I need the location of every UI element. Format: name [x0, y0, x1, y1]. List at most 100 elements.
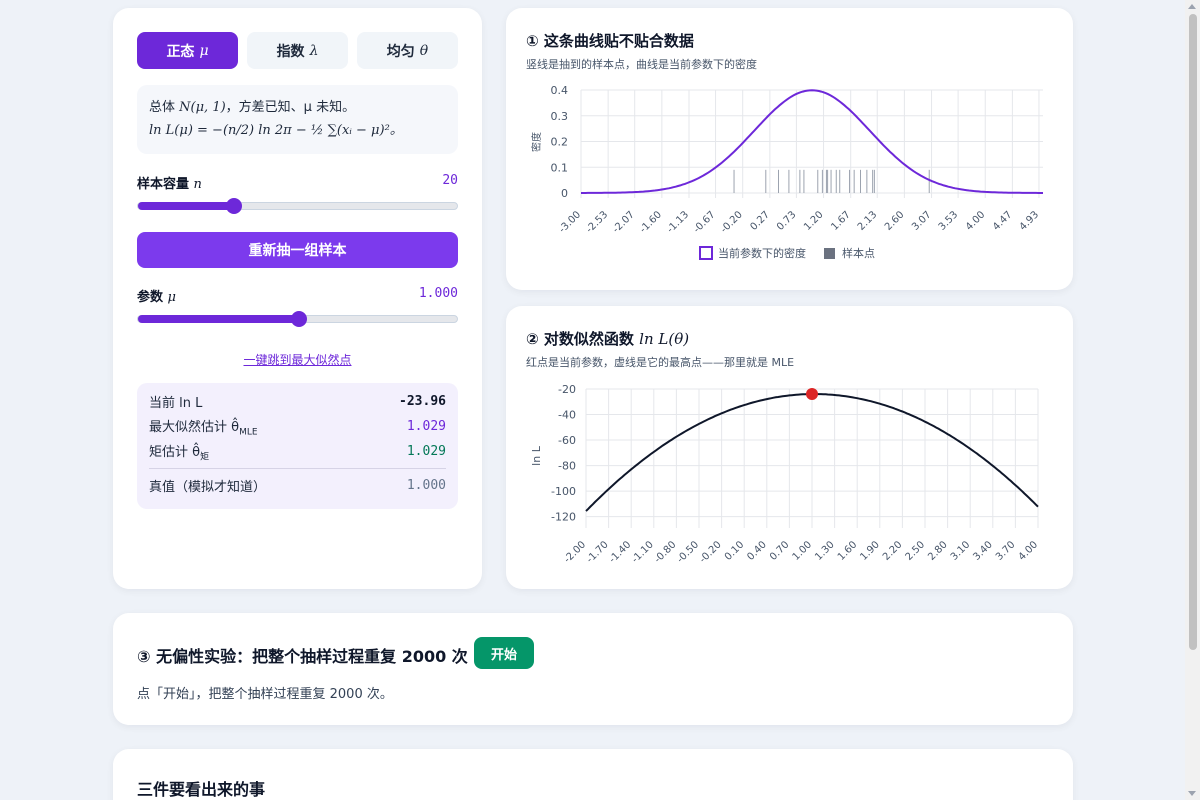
- loglik-x-tick-label: 2.20: [881, 539, 905, 563]
- distribution-tabs: 正态 μ 指数 λ 均匀 θ: [137, 32, 458, 69]
- density-x-tick-label: -3.00: [557, 209, 583, 235]
- formula-prefix: 总体: [149, 100, 176, 115]
- density-x-tick-label: -1.13: [665, 209, 691, 235]
- scrollbar-thumb[interactable]: [1189, 14, 1197, 650]
- loglik-chart-title-math: ln L(θ): [639, 330, 690, 348]
- tab-exponential-label: 指数: [276, 43, 305, 60]
- sample-size-label: 样本容量 n: [137, 173, 202, 192]
- density-y-tick-label: 0.3: [551, 110, 569, 123]
- density-x-tick-label: 4.93: [1018, 209, 1042, 233]
- legend-density-swatch: [699, 246, 713, 260]
- loglik-chart-title-text: ② 对数似然函数: [526, 330, 634, 348]
- tab-exponential-symbol: λ: [309, 42, 319, 59]
- loglik-y-tick-label: -100: [551, 485, 576, 498]
- loglik-y-tick-label: -20: [558, 383, 576, 396]
- param-slider[interactable]: [137, 311, 458, 327]
- density-x-tick-label: 3.07: [910, 209, 934, 233]
- loglik-x-tick-label: -1.70: [585, 539, 611, 565]
- param-slider-fill: [138, 315, 299, 323]
- density-x-tick-label: 1.67: [829, 209, 853, 233]
- sample-size-symbol: n: [193, 177, 202, 192]
- density-y-axis-label: 密度: [530, 132, 543, 152]
- loglik-x-tick-label: -1.40: [607, 539, 633, 565]
- loglik-x-tick-label: 1.30: [813, 539, 837, 563]
- sample-size-slider-thumb[interactable]: [226, 198, 243, 214]
- sample-size-slider[interactable]: [137, 198, 458, 214]
- density-x-tick-label: 2.60: [883, 209, 907, 233]
- tab-normal-label: 正态: [166, 43, 195, 60]
- loglik-y-tick-label: -80: [558, 460, 576, 473]
- loglik-x-tick-label: 0.10: [723, 539, 747, 563]
- density-x-tick-label: 4.00: [964, 209, 988, 233]
- loglik-x-tick-label: 3.10: [949, 539, 973, 563]
- scroll-up-icon[interactable]: [1188, 4, 1196, 9]
- tab-uniform[interactable]: 均匀 θ: [357, 32, 458, 69]
- sample-size-slider-fill: [138, 202, 235, 210]
- density-x-tick-label: -0.67: [692, 209, 718, 235]
- density-x-tick-label: 3.53: [937, 209, 961, 233]
- loglik-x-tick-label: 2.50: [904, 539, 928, 563]
- loglik-y-tick-label: -40: [558, 409, 576, 422]
- stat-true-value: 1.000: [406, 478, 446, 493]
- formula-line-2: ln L(μ) = −(n/2) ln 2π − ½ ∑(xᵢ − μ)²。: [149, 123, 403, 138]
- loglik-x-tick-label: -1.10: [630, 539, 656, 565]
- density-y-tick-label: 0: [561, 187, 568, 200]
- param-label: 参数 μ: [137, 286, 176, 305]
- loglik-x-tick-label: 3.70: [994, 539, 1018, 563]
- control-panel: 正态 μ 指数 λ 均匀 θ 总体 N(μ, 1)，方差已知、μ 未知。 ln …: [113, 8, 482, 589]
- loglik-x-tick-label: -0.20: [698, 539, 724, 565]
- loglik-x-tick-label: -2.00: [562, 539, 588, 565]
- loglik-chart-title: ② 对数似然函数 ln L(θ): [526, 328, 689, 349]
- param-symbol: μ: [167, 290, 176, 305]
- unbiasedness-experiment-card: ③ 无偏性实验：把整个抽样过程重复 2000 次 开始 点「开始」，把整个抽样过…: [113, 613, 1073, 725]
- param-label-text: 参数: [137, 290, 164, 305]
- density-x-tick-label: 1.20: [802, 209, 826, 233]
- sample-size-label-text: 样本容量: [137, 177, 190, 192]
- tab-uniform-label: 均匀: [386, 43, 415, 60]
- stat-mom-value: 1.029: [406, 444, 446, 459]
- notes-card: 三件要看出来的事: [113, 749, 1073, 800]
- formula-suffix: ，方差已知、μ 未知。: [225, 100, 356, 115]
- notes-title: 三件要看出来的事: [137, 780, 266, 799]
- loglik-chart-card: -2.00 -1.70 -1.40 -1.10 -0.80 -0.50 -0.20 0.10 0…: [506, 306, 1073, 589]
- experiment-description: 点「开始」，把整个抽样过程重复 2000 次。: [137, 687, 393, 702]
- sample-size-value: 20: [442, 173, 458, 188]
- stat-current-lnl-value: -23.96: [399, 394, 446, 409]
- loglik-y-tick-label: -60: [558, 434, 576, 447]
- formula-line-1: 总体 N(μ, 1)，方差已知、μ 未知。: [149, 96, 446, 119]
- loglik-x-tick-label: 1.90: [858, 539, 882, 563]
- param-slider-thumb[interactable]: [290, 311, 307, 327]
- legend-sample-label: 样本点: [842, 246, 875, 260]
- tab-uniform-symbol: θ: [419, 42, 429, 59]
- tab-normal-symbol: μ: [199, 42, 209, 59]
- loglik-x-tick-label: 1.00: [791, 539, 815, 563]
- tab-normal[interactable]: 正态 μ: [137, 32, 238, 69]
- jump-to-mle-link[interactable]: 一键跳到最大似然点: [113, 351, 482, 368]
- scroll-down-icon[interactable]: [1188, 791, 1196, 796]
- loglik-x-tick-label: 0.40: [745, 539, 769, 563]
- stat-mom: 矩估计 θ̂矩 1.029: [149, 439, 446, 464]
- loglik-chart-subtitle: 红点是当前参数，虚线是它的最高点——那里就是 MLE: [526, 356, 795, 369]
- page-scrollbar[interactable]: [1185, 0, 1200, 800]
- loglik-x-tick-label: 3.40: [971, 539, 995, 563]
- density-x-tick-label: 4.47: [991, 209, 1015, 233]
- resample-button[interactable]: 重新抽一组样本: [137, 232, 458, 268]
- density-x-tick-label: 0.27: [748, 209, 772, 233]
- stat-current-lnl-label: 当前 ln L: [149, 396, 203, 411]
- stat-mle-value: 1.029: [406, 419, 446, 434]
- stat-mle: 最大似然估计 θ̂MLE 1.029: [149, 414, 446, 439]
- loglik-x-tick-label: 1.60: [836, 539, 860, 563]
- density-y-tick-label: 0.2: [551, 136, 569, 149]
- density-x-tick-label: -1.60: [638, 209, 664, 235]
- current-param-point: [806, 388, 818, 401]
- loglik-x-tick-label: 2.80: [926, 539, 950, 563]
- density-x-tick-label: -0.20: [719, 209, 745, 235]
- stat-true-label: 真值（模拟才知道）: [149, 480, 267, 495]
- loglik-y-axis-label: ln L: [530, 445, 543, 466]
- stats-divider: [149, 468, 446, 469]
- stat-mle-label: 最大似然估计 θ̂: [149, 419, 240, 435]
- loglik-x-tick-label: -0.50: [675, 539, 701, 565]
- start-button[interactable]: 开始: [474, 637, 534, 669]
- loglik-y-tick-label: -120: [551, 511, 576, 524]
- tab-exponential[interactable]: 指数 λ: [247, 32, 348, 69]
